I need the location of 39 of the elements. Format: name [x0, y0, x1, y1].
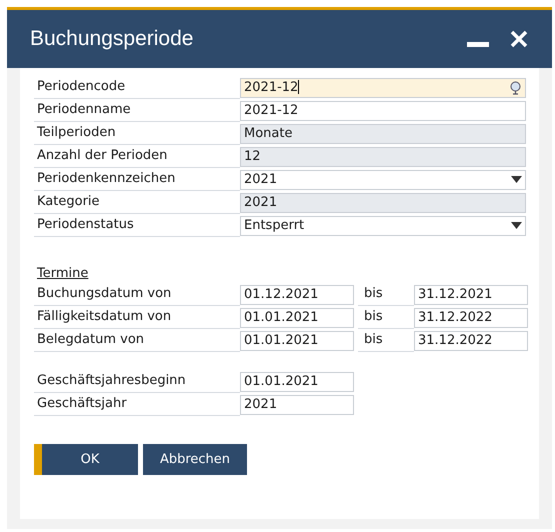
input-field[interactable]: 01.12.2021	[240, 284, 354, 304]
input-field[interactable]: Monate	[240, 124, 526, 144]
field-label: Anzahl der Perioden	[37, 147, 168, 166]
field-label: Kategorie	[37, 193, 100, 212]
range-separator: bis	[364, 308, 383, 326]
field-label: Belegdatum von	[37, 331, 144, 350]
section-heading: Termine	[37, 264, 88, 282]
dropdown-arrow-icon[interactable]	[511, 176, 522, 183]
field-label: Geschäftsjahresbeginn	[37, 372, 186, 390]
dropdown-arrow-icon[interactable]	[511, 222, 522, 229]
input-field[interactable]: 31.12.2022	[414, 308, 528, 328]
input-field[interactable]: 2021	[240, 394, 354, 414]
dropdown-field[interactable]: Entsperrt	[240, 216, 526, 236]
cancel-button[interactable]: Abbrechen	[143, 444, 247, 475]
field-label: Periodenstatus	[37, 216, 134, 234]
input-field[interactable]: 2021-12	[240, 78, 526, 98]
input-field[interactable]: 01.01.2021	[240, 308, 354, 328]
minimize-icon[interactable]	[467, 42, 489, 48]
field-label: Buchungsdatum von	[37, 285, 172, 304]
input-field[interactable]: 2021-12	[240, 100, 526, 120]
globe-icon[interactable]	[509, 80, 522, 94]
field-label: Periodenname	[37, 101, 131, 120]
ok-button[interactable]: OK	[34, 444, 138, 475]
input-field[interactable]: 01.01.2021	[240, 330, 354, 350]
input-field[interactable]: 31.12.2021	[414, 284, 528, 304]
input-field[interactable]: 12	[240, 146, 526, 166]
field-label: Geschäftsjahr	[37, 395, 127, 414]
input-field[interactable]: 31.12.2022	[414, 330, 528, 350]
field-label: Periodenkennzeichen	[37, 170, 176, 188]
range-separator: bis	[364, 331, 383, 350]
input-field[interactable]: 01.01.2021	[240, 372, 354, 392]
field-label: Fälligkeitsdatum von	[37, 308, 172, 326]
dropdown-field[interactable]: 2021	[240, 170, 526, 190]
window-title: Buchungsperiode	[30, 26, 194, 52]
field-label: Teilperioden	[37, 124, 116, 142]
range-separator: bis	[364, 285, 383, 304]
field-label: Periodencode	[37, 78, 126, 96]
close-icon[interactable]	[509, 29, 529, 49]
input-field[interactable]: 2021	[240, 192, 526, 212]
